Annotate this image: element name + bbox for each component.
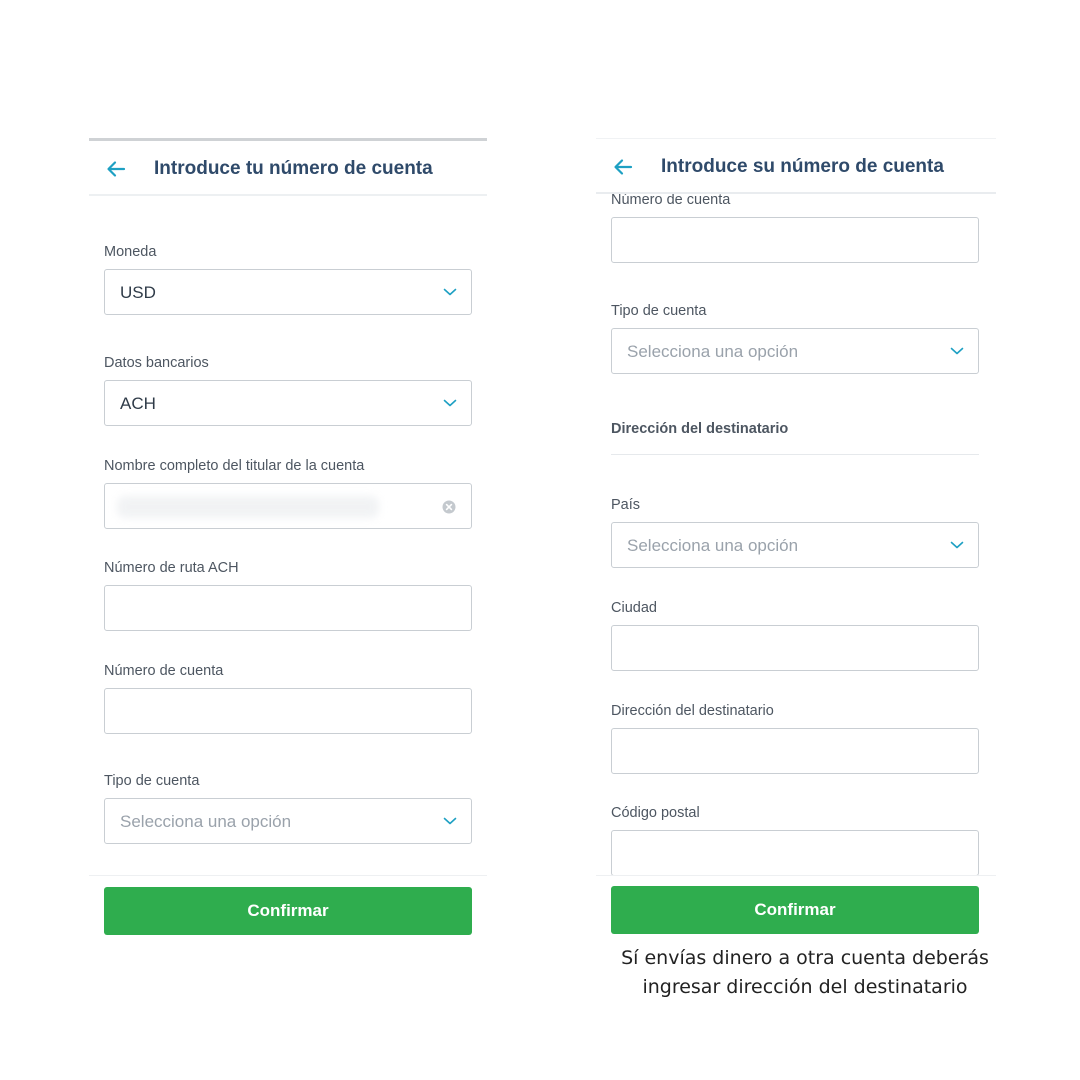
postal-code-label: Código postal (611, 805, 700, 821)
account-holder-input[interactable] (104, 483, 472, 529)
account-number-label: Número de cuenta (104, 663, 224, 679)
postal-code-input[interactable] (611, 830, 979, 876)
right-screen: Número de cuenta Tipo de cuenta Seleccio… (596, 138, 996, 940)
account-type-label: Tipo de cuenta (611, 303, 707, 319)
city-input[interactable] (611, 625, 979, 671)
country-label: País (611, 497, 641, 513)
chevron-down-icon (443, 288, 457, 296)
account-type-select[interactable]: Selecciona una opción (104, 798, 472, 844)
currency-value: USD (120, 283, 156, 302)
account-type-placeholder: Selecciona una opción (627, 342, 799, 361)
recipient-address-input[interactable] (611, 728, 979, 774)
chevron-down-icon (950, 541, 964, 549)
footer-divider (89, 875, 487, 876)
account-number-input[interactable] (104, 688, 472, 734)
city-label: Ciudad (611, 600, 657, 616)
country-placeholder: Selecciona una opción (627, 536, 799, 555)
confirm-button[interactable]: Confirmar (104, 887, 472, 935)
bank-details-value: ACH (120, 394, 156, 413)
country-select[interactable]: Selecciona una opción (611, 522, 979, 568)
account-holder-label: Nombre completo del titular de la cuenta (104, 458, 365, 474)
routing-number-label: Número de ruta ACH (104, 560, 239, 576)
recipient-address-label: Dirección del destinatario (611, 703, 774, 719)
bank-details-label: Datos bancarios (104, 355, 209, 371)
section-divider (611, 454, 979, 455)
account-number-input[interactable] (611, 217, 979, 263)
routing-number-input[interactable] (104, 585, 472, 631)
footer-divider (596, 875, 996, 876)
footer: Confirmar (596, 875, 996, 940)
back-arrow-icon[interactable] (611, 155, 635, 179)
page-title: Introduce tu número de cuenta (154, 158, 433, 179)
left-screen: Introduce tu número de cuenta Moneda USD… (89, 138, 487, 940)
clear-icon[interactable] (442, 500, 456, 514)
right-top-bar: Introduce su número de cuenta (596, 138, 996, 194)
account-type-placeholder: Selecciona una opción (120, 812, 292, 831)
redacted-name (117, 496, 379, 518)
chevron-down-icon (443, 817, 457, 825)
currency-select[interactable]: USD (104, 269, 472, 315)
chevron-down-icon (443, 399, 457, 407)
confirm-button[interactable]: Confirmar (611, 886, 979, 934)
chevron-down-icon (950, 347, 964, 355)
account-type-select[interactable]: Selecciona una opción (611, 328, 979, 374)
back-arrow-icon[interactable] (104, 157, 128, 181)
recipient-address-section-title: Dirección del destinatario (611, 421, 789, 437)
caption: Sí envías dinero a otra cuenta deberás i… (596, 944, 1014, 1002)
page-title: Introduce su número de cuenta (661, 156, 944, 177)
account-type-label: Tipo de cuenta (104, 773, 200, 789)
caption-line-1: Sí envías dinero a otra cuenta deberás (621, 947, 989, 969)
bank-details-select[interactable]: ACH (104, 380, 472, 426)
left-top-bar: Introduce tu número de cuenta (89, 138, 487, 196)
caption-line-2: ingresar dirección del destinatario (642, 976, 968, 998)
currency-label: Moneda (104, 244, 157, 260)
account-number-label: Número de cuenta (611, 192, 731, 208)
